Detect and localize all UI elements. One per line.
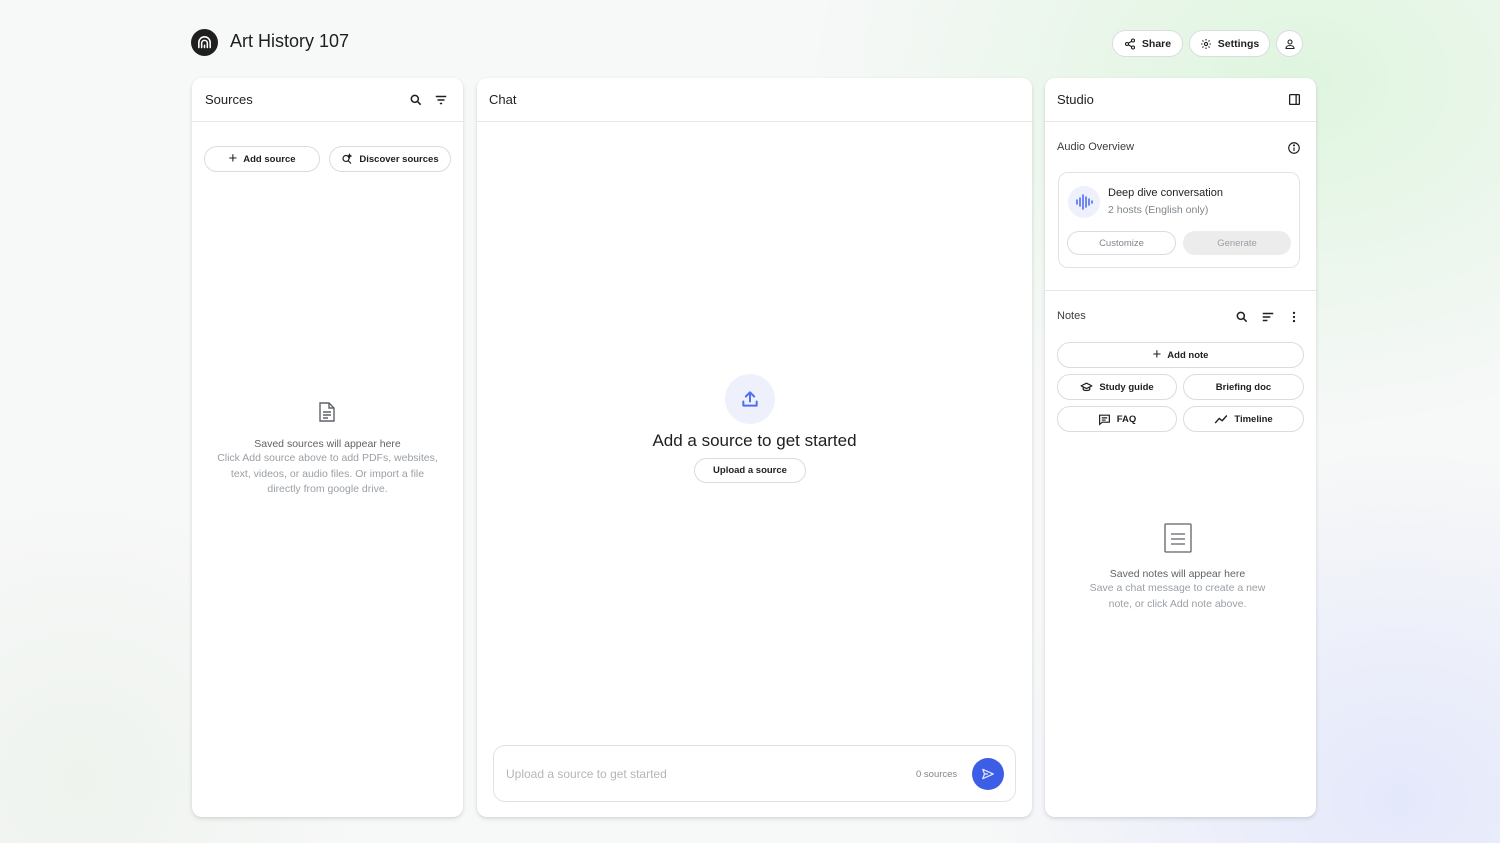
search-icon <box>1236 311 1248 323</box>
notebooklm-logo-icon <box>191 29 218 56</box>
share-icon <box>1124 37 1135 50</box>
share-label: Share <box>1141 37 1172 50</box>
notes-more-button[interactable] <box>1284 307 1304 327</box>
faq-button[interactable]: FAQ <box>1057 406 1177 432</box>
add-note-label: Add note <box>1167 349 1209 361</box>
timeline-icon <box>1214 415 1228 424</box>
search-notes-button[interactable] <box>1232 307 1252 327</box>
sources-empty-state: Saved sources will appear here Click Add… <box>192 438 463 498</box>
chat-header: Chat <box>477 78 1032 122</box>
discover-search-icon <box>342 153 353 164</box>
filter-icon <box>435 95 447 105</box>
customize-label: Customize <box>1099 237 1144 249</box>
notes-empty-title: Saved notes will appear here <box>1109 568 1246 580</box>
add-source-label: Add source <box>243 153 296 165</box>
audio-overview-label: Audio Overview <box>1057 141 1135 153</box>
notes-empty-line2: note, or click Add note above. <box>1108 597 1247 610</box>
timeline-button[interactable]: Timeline <box>1183 406 1304 432</box>
audio-waveform-icon <box>1068 186 1100 218</box>
notebook-title[interactable]: Art History 107 <box>230 31 349 52</box>
studio-header: Studio <box>1045 78 1316 122</box>
briefing-doc-label: Briefing doc <box>1215 381 1272 393</box>
generate-button[interactable]: Generate <box>1183 231 1291 255</box>
plus-icon: + <box>1152 346 1162 363</box>
document-icon <box>318 402 336 427</box>
note-icon <box>1164 523 1192 558</box>
plus-icon: + <box>228 150 238 167</box>
discover-sources-label: Discover sources <box>359 153 439 165</box>
sources-panel: Sources + Add source Discover sources Sa… <box>192 78 463 817</box>
customize-button[interactable]: Customize <box>1067 231 1176 255</box>
studio-divider <box>1045 290 1316 291</box>
filter-sources-button[interactable] <box>431 90 451 110</box>
sources-empty-title: Saved sources will appear here <box>254 438 401 450</box>
audio-card-title: Deep dive conversation <box>1108 187 1223 199</box>
sources-empty-line2: text, videos, or audio files. Or import … <box>230 467 425 480</box>
notes-label: Notes <box>1057 310 1086 322</box>
sources-header: Sources <box>192 78 463 122</box>
chat-input-box[interactable]: Upload a source to get started 0 sources <box>493 745 1016 802</box>
gear-icon <box>1200 38 1211 49</box>
notes-empty-line1: Save a chat message to create a new <box>1089 582 1266 594</box>
info-icon <box>1288 142 1300 154</box>
sources-empty-line3: directly from google drive. <box>267 483 388 495</box>
search-icon <box>410 94 422 106</box>
briefing-doc-button[interactable]: Briefing doc <box>1183 374 1304 400</box>
timeline-label: Timeline <box>1234 413 1273 425</box>
sort-notes-button[interactable] <box>1258 307 1278 327</box>
sources-count: 0 sources <box>916 769 958 780</box>
chat-panel: Chat Add a source to get started Upload … <box>477 78 1032 817</box>
send-icon <box>982 768 994 780</box>
collapse-panel-button[interactable] <box>1284 89 1304 109</box>
panel-toggle-icon <box>1288 93 1300 105</box>
upload-source-label: Upload a source <box>713 465 787 476</box>
study-guide-button[interactable]: Study guide <box>1057 374 1177 400</box>
upload-source-button[interactable]: Upload a source <box>694 458 806 483</box>
graduation-cap-icon <box>1080 382 1093 391</box>
search-sources-button[interactable] <box>406 90 426 110</box>
sort-icon <box>1262 312 1274 322</box>
sources-title: Sources <box>205 92 253 107</box>
add-note-button[interactable]: + Add note <box>1057 342 1304 368</box>
upload-icon <box>725 374 775 424</box>
settings-button[interactable]: Settings <box>1189 30 1270 57</box>
chat-title: Chat <box>489 92 517 107</box>
settings-label: Settings <box>1217 37 1260 50</box>
account-button[interactable] <box>1276 30 1303 57</box>
studio-panel: Studio Audio Overview Deep dive conversa… <box>1045 78 1316 817</box>
chat-cta-heading: Add a source to get started <box>652 431 857 450</box>
sources-empty-line1: Click Add source above to add PDFs, webs… <box>217 452 438 464</box>
more-vert-icon <box>1292 311 1296 323</box>
send-button[interactable] <box>972 758 1004 790</box>
add-source-button[interactable]: + Add source <box>204 146 320 172</box>
faq-chat-icon <box>1098 414 1110 426</box>
audio-info-button[interactable] <box>1284 138 1304 158</box>
audio-card-subtitle: 2 hosts (English only) <box>1108 204 1209 216</box>
generate-label: Generate <box>1217 237 1257 249</box>
top-bar: Art History 107 Share Settings <box>0 0 1500 80</box>
share-button[interactable]: Share <box>1112 30 1183 57</box>
notes-empty-state: Saved notes will appear here Save a chat… <box>1045 568 1310 612</box>
person-icon <box>1284 38 1295 49</box>
studio-title: Studio <box>1057 92 1094 107</box>
discover-sources-button[interactable]: Discover sources <box>329 146 451 172</box>
faq-label: FAQ <box>1116 413 1137 425</box>
study-guide-label: Study guide <box>1099 381 1154 393</box>
audio-overview-card: Deep dive conversation 2 hosts (English … <box>1058 172 1300 268</box>
chat-input[interactable]: Upload a source to get started <box>506 767 667 781</box>
